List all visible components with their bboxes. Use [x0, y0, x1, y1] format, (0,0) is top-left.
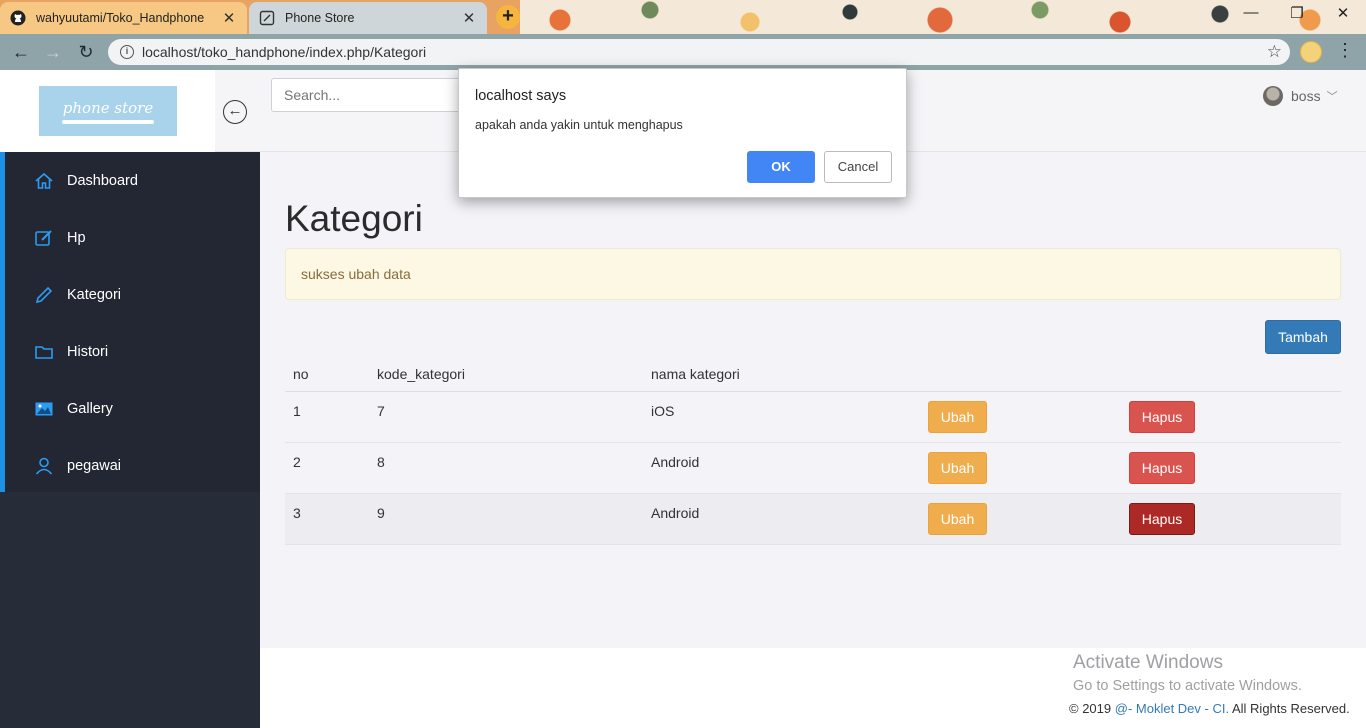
back-arrow-icon[interactable]: ← — [10, 41, 32, 63]
cell-no: 1 — [285, 391, 369, 443]
user-name: boss — [1291, 88, 1321, 104]
sidebar-item-label: Histori — [67, 343, 109, 360]
close-icon[interactable]: ✕ — [221, 9, 237, 27]
cell-nama: Android — [643, 493, 920, 545]
column-header-no: no — [285, 357, 369, 392]
pencil-icon — [33, 284, 55, 306]
ok-button[interactable]: OK — [747, 151, 815, 183]
search-input[interactable] — [271, 78, 471, 112]
column-header-nama: nama kategori — [643, 357, 920, 392]
sidebar-item-histori[interactable]: Histori — [5, 323, 260, 380]
logo-text: phone store — [62, 98, 154, 117]
user-menu[interactable]: boss ﹀ — [1263, 86, 1338, 106]
tab-title: Phone Store — [285, 11, 355, 25]
forward-arrow-icon[interactable]: → — [42, 41, 64, 63]
sidebar: Dashboard Hp Kategori Histori Gallery pe… — [0, 152, 260, 728]
window-close-icon[interactable]: ✕ — [1328, 4, 1358, 22]
watermark-title: Activate Windows — [1073, 652, 1223, 673]
sidebar-item-label: Hp — [67, 229, 86, 246]
bookmark-star-icon[interactable]: ☆ — [1267, 42, 1282, 62]
logo[interactable]: phone store — [39, 86, 177, 136]
delete-button[interactable]: Hapus — [1129, 502, 1195, 535]
edit-icon — [33, 227, 55, 249]
sidebar-item-label: Dashboard — [67, 172, 138, 189]
edit-button[interactable]: Ubah — [928, 451, 987, 484]
sidebar-toggle-back-icon[interactable]: ← — [223, 100, 247, 124]
menu-kebab-icon[interactable]: ⋮ — [1336, 40, 1354, 61]
delete-button[interactable]: Hapus — [1129, 451, 1195, 484]
cell-no: 2 — [285, 442, 369, 494]
image-icon — [33, 398, 55, 420]
table-row: 3 9 Android Ubah Hapus — [285, 493, 1341, 545]
cell-kode: 9 — [369, 493, 643, 545]
restore-icon[interactable]: ❐ — [1282, 4, 1312, 22]
url-text: localhost/toko_handphone/index.php/Kateg… — [142, 44, 427, 60]
edit-button[interactable]: Ubah — [928, 400, 987, 433]
activate-windows-watermark: Activate Windows Go to Settings to activ… — [1073, 652, 1302, 694]
cell-kode: 8 — [369, 442, 643, 494]
page-icon — [259, 10, 275, 26]
browser-tab-phone-store[interactable]: Phone Store ✕ — [249, 2, 487, 34]
reload-icon[interactable]: ↻ — [75, 41, 97, 63]
brand-area: phone store — [0, 70, 215, 152]
kategori-table: no kode_kategori nama kategori 1 7 iOS U… — [285, 357, 1341, 545]
delete-button[interactable]: Hapus — [1129, 400, 1195, 433]
address-bar[interactable]: i localhost/toko_handphone/index.php/Kat… — [108, 39, 1290, 65]
sidebar-item-hp[interactable]: Hp — [5, 209, 260, 266]
logo-underline — [62, 119, 154, 124]
folder-icon — [33, 341, 55, 363]
cell-nama: Android — [643, 442, 920, 494]
footer-link[interactable]: @- Moklet Dev - CI. — [1115, 701, 1229, 716]
main-content: Kategori sukses ubah data Tambah no kode… — [260, 152, 1366, 648]
home-icon — [33, 170, 55, 192]
sidebar-item-label: Kategori — [67, 286, 122, 303]
success-alert: sukses ubah data — [285, 248, 1341, 300]
cell-kode: 7 — [369, 391, 643, 443]
dialog-title: localhost says — [475, 88, 567, 104]
browser-toolbar: ← → ↻ i localhost/toko_handphone/index.p… — [0, 34, 1366, 70]
edit-button[interactable]: Ubah — [928, 502, 987, 535]
chevron-down-icon: ﹀ — [1326, 91, 1338, 103]
watermark-subtitle: Go to Settings to activate Windows. — [1073, 678, 1302, 694]
avatar — [1263, 86, 1283, 106]
sidebar-item-dashboard[interactable]: Dashboard — [5, 152, 260, 209]
copyright: © 2019 @- Moklet Dev - CI. All Rights Re… — [1069, 701, 1350, 716]
minimize-icon[interactable]: — — [1236, 4, 1266, 21]
add-button[interactable]: Tambah — [1265, 320, 1341, 354]
copyright-year: © 2019 — [1069, 701, 1112, 716]
copyright-rights: All Rights Reserved. — [1231, 701, 1350, 716]
browser-tab-strip: wahyuutami/Toko_Handphone ✕ Phone Store … — [0, 0, 1366, 34]
profile-avatar-icon[interactable] — [1300, 41, 1322, 63]
sidebar-item-gallery[interactable]: Gallery — [5, 380, 260, 437]
confirm-dialog: localhost says apakah anda yakin untuk m… — [458, 68, 907, 198]
new-tab-button[interactable]: + — [496, 5, 520, 29]
sidebar-item-pegawai[interactable]: pegawai — [5, 437, 260, 494]
github-icon — [10, 10, 26, 26]
sidebar-item-label: pegawai — [67, 457, 122, 474]
table-row: 2 8 Android Ubah Hapus — [285, 442, 1341, 494]
user-icon — [33, 455, 55, 477]
browser-tab-github[interactable]: wahyuutami/Toko_Handphone ✕ — [0, 2, 247, 34]
dialog-message: apakah anda yakin untuk menghapus — [475, 118, 683, 132]
table-header-row: no kode_kategori nama kategori — [285, 357, 1341, 392]
page-title: Kategori — [285, 198, 423, 239]
close-icon[interactable]: ✕ — [461, 9, 477, 27]
cell-no: 3 — [285, 493, 369, 545]
sidebar-menu: Dashboard Hp Kategori Histori Gallery pe… — [0, 152, 260, 492]
sidebar-item-label: Gallery — [67, 400, 113, 417]
cancel-button[interactable]: Cancel — [824, 151, 892, 183]
info-icon[interactable]: i — [120, 45, 134, 59]
table-row: 1 7 iOS Ubah Hapus — [285, 391, 1341, 443]
sidebar-item-kategori[interactable]: Kategori — [5, 266, 260, 323]
cell-nama: iOS — [643, 391, 920, 443]
column-header-kode: kode_kategori — [369, 357, 643, 392]
tab-title: wahyuutami/Toko_Handphone — [36, 11, 205, 25]
